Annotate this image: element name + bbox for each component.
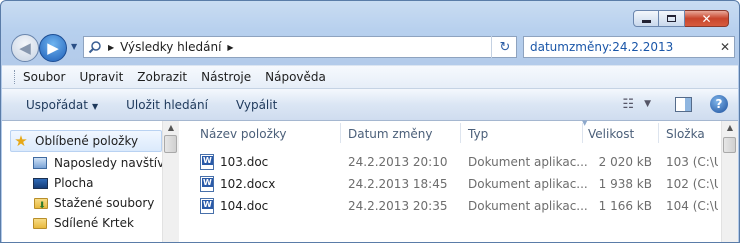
sidebar-item-favorites[interactable]: ★ Oblíbené položky — [10, 130, 162, 152]
search-folder-icon — [84, 37, 106, 57]
command-bar: Uspořádat ▼ Uložit hledání Vypálit ☷ ▼ ? — [2, 89, 738, 121]
column-separator[interactable] — [582, 123, 583, 143]
folder-icon — [32, 215, 48, 231]
navigation-pane: ★ Oblíbené položky Naposledy navštíve Pl… — [2, 121, 179, 242]
column-header-size[interactable]: Velikost — [588, 123, 634, 145]
close-button[interactable]: ✕ — [685, 10, 729, 27]
navigation-pane-scrollbar[interactable]: ▲ — [162, 121, 179, 242]
sidebar-item-label: Sdílené Krtek — [54, 216, 134, 230]
scrollbar-thumb[interactable] — [723, 137, 736, 153]
preview-pane-icon[interactable] — [675, 96, 692, 112]
sidebar-item-label: Oblíbené položky — [35, 134, 139, 148]
address-bar[interactable]: ▶ Výsledky hledání ▶ — [83, 36, 517, 58]
file-folder: 103 (C:\U — [666, 154, 718, 169]
window-controls: ✕ — [633, 10, 729, 27]
organize-dropdown-icon: ▼ — [91, 101, 99, 111]
menu-file[interactable]: Soubor — [23, 70, 65, 84]
file-size: 1 938 kB — [598, 176, 652, 191]
file-date: 24.2.2013 20:35 — [348, 198, 448, 213]
navigation-bar: ◀ ▶ ▼ ▶ Výsledky hledání ▶ ↻ datumzměny:… — [7, 33, 735, 63]
breadcrumb-chevron-icon[interactable]: ▶ — [108, 43, 114, 52]
column-separator[interactable] — [658, 123, 659, 143]
sidebar-item-recent[interactable]: Naposledy navštíve — [32, 153, 172, 173]
recent-places-icon — [32, 155, 48, 171]
column-header-folder[interactable]: Složka — [666, 123, 705, 145]
downloads-folder-icon: ⬇ — [32, 195, 49, 211]
menu-view[interactable]: Zobrazit — [137, 70, 187, 84]
refresh-button[interactable]: ↻ — [491, 36, 518, 58]
file-folder: 104 (C:\U — [666, 198, 718, 213]
maximize-button[interactable] — [659, 10, 685, 27]
view-controls: ☷ ▼ ? — [622, 95, 728, 113]
breadcrumb-search-results[interactable]: Výsledky hledání — [120, 40, 221, 54]
help-icon[interactable]: ? — [710, 95, 728, 113]
search-input[interactable]: datumzměny:24.2.2013 — [530, 40, 716, 54]
file-type: Dokument aplikac... — [468, 176, 588, 191]
column-separator[interactable] — [340, 123, 341, 143]
word-document-icon — [200, 175, 214, 192]
recent-pages-dropdown[interactable]: ▼ — [71, 42, 77, 51]
file-type: Dokument aplikac... — [468, 154, 588, 169]
file-name: 103.doc — [220, 154, 269, 169]
word-document-icon — [200, 197, 214, 214]
file-list: ▼ Název položky Datum změny Typ Velikost… — [182, 119, 721, 242]
forward-button[interactable]: ▶ — [39, 34, 67, 62]
desktop-icon — [32, 175, 48, 191]
file-name: 104.doc — [220, 198, 269, 213]
file-date: 24.2.2013 20:10 — [348, 154, 448, 169]
forward-arrow-icon: ▶ — [47, 38, 59, 57]
clear-search-icon[interactable]: ✕ — [716, 40, 734, 54]
file-name-cell: 104.doc — [200, 195, 268, 216]
explorer-window: ✕ ◀ ▶ ▼ ▶ Výsledky hledání ▶ ↻ datumzměn… — [0, 0, 740, 243]
file-type: Dokument aplikac... — [468, 198, 588, 213]
column-separator[interactable] — [460, 123, 461, 143]
menu-grip — [14, 70, 17, 84]
column-header-date[interactable]: Datum změny — [348, 123, 433, 145]
view-dropdown-icon[interactable]: ▼ — [644, 99, 651, 109]
sidebar-item-label: Stažené soubory — [54, 196, 155, 210]
back-arrow-icon: ◀ — [19, 38, 31, 57]
close-icon: ✕ — [701, 11, 712, 26]
back-button[interactable]: ◀ — [11, 34, 39, 62]
refresh-icon: ↻ — [499, 39, 511, 55]
star-icon: ★ — [14, 132, 28, 150]
menu-edit[interactable]: Upravit — [79, 70, 123, 84]
file-row[interactable]: 103.doc 24.2.2013 20:10 Dokument aplikac… — [182, 151, 721, 172]
change-view-icon[interactable]: ☷ — [622, 97, 634, 112]
file-row[interactable]: 102.docx 24.2.2013 18:45 Dokument aplika… — [182, 173, 721, 194]
file-name: 102.docx — [220, 176, 276, 191]
file-folder: 102 (C:\U — [666, 176, 718, 191]
menu-help[interactable]: Nápověda — [265, 70, 326, 84]
maximize-icon — [667, 15, 676, 22]
sidebar-item-label: Naposledy navštíve — [54, 156, 172, 170]
sidebar-item-label: Plocha — [54, 176, 94, 190]
search-box[interactable]: datumzměny:24.2.2013 ✕ — [523, 36, 735, 58]
scrollbar-thumb[interactable] — [164, 135, 177, 153]
column-header-name[interactable]: Název položky — [200, 123, 286, 145]
burn-button[interactable]: Vypálit — [236, 98, 277, 112]
content-area: ★ Oblíbené položky Naposledy navštíve Pl… — [2, 119, 738, 242]
file-size: 2 020 kB — [598, 154, 652, 169]
column-header-type[interactable]: Typ — [468, 123, 488, 145]
file-name-cell: 102.docx — [200, 173, 275, 194]
organize-label: Uspořádat — [26, 97, 88, 112]
file-list-scrollbar[interactable]: ▲ — [721, 121, 738, 242]
file-name-cell: 103.doc — [200, 151, 268, 172]
file-size: 1 166 kB — [598, 198, 652, 213]
minimize-button[interactable] — [633, 10, 659, 27]
menu-tools[interactable]: Nástroje — [201, 70, 251, 84]
breadcrumb-end-chevron-icon[interactable]: ▶ — [227, 43, 233, 52]
file-row[interactable]: 104.doc 24.2.2013 20:35 Dokument aplikac… — [182, 195, 721, 216]
save-search-button[interactable]: Uložit hledání — [126, 98, 208, 112]
scroll-up-icon[interactable]: ▲ — [722, 121, 738, 135]
scroll-up-icon[interactable]: ▲ — [163, 121, 179, 135]
organize-button[interactable]: Uspořádat ▼ — [26, 98, 98, 112]
file-date: 24.2.2013 18:45 — [348, 176, 448, 191]
menu-bar: Soubor Upravit Zobrazit Nástroje Nápověd… — [2, 65, 738, 89]
minimize-icon — [641, 20, 651, 23]
word-document-icon — [200, 153, 214, 170]
sidebar-item-shared-krtek[interactable]: Sdílené Krtek — [32, 213, 134, 233]
sidebar-item-downloads[interactable]: ⬇ Stažené soubory — [32, 193, 154, 213]
sidebar-item-desktop[interactable]: Plocha — [32, 173, 93, 193]
